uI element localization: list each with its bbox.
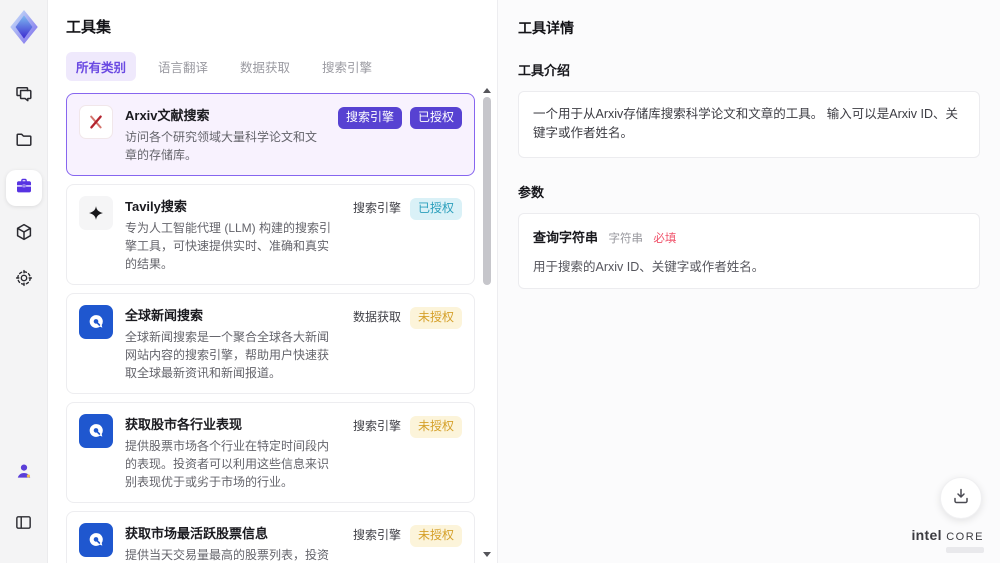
category-badge: 搜索引擎: [352, 419, 401, 433]
sidebar-item-files[interactable]: [6, 124, 42, 160]
tool-description: 专为人工智能代理 (LLM) 构建的搜索引擎工具，可快速提供实时、准确和真实的结…: [125, 221, 332, 271]
tool-card-body: 获取股市各行业表现提供股票市场各个行业在特定时间段内的表现。投资者可以利用这些信…: [125, 414, 340, 491]
parameter-header: 查询字符串 字符串 必填: [533, 227, 965, 247]
intel-brand-name: intel: [911, 527, 942, 543]
tool-badges: 搜索引擎 已授权: [337, 105, 462, 129]
chat-icon: [14, 84, 34, 109]
sidebar: [0, 0, 48, 563]
news-search-logo-icon: [79, 523, 113, 557]
tool-description: 提供股票市场各个行业在特定时间段内的表现。投资者可以利用这些信息来识别表现优于或…: [125, 439, 330, 489]
scroll-down-arrow[interactable]: [483, 552, 491, 557]
auth-status-badge: 已授权: [409, 107, 462, 129]
tool-card[interactable]: 全球新闻搜索全球新闻搜索是一个聚合全球各大新闻网站内容的搜索引擎，帮助用户快速获…: [66, 293, 475, 394]
arxiv-logo-icon: [79, 105, 113, 139]
parameter-box: 查询字符串 字符串 必填 用于搜索的Arxiv ID、关键字或作者姓名。: [518, 212, 980, 289]
tool-description: 提供当天交易量最高的股票列表，投资者可以利用这些信息来识别流动性强的股票和潜在的…: [125, 548, 330, 562]
scroll-up-arrow[interactable]: [483, 88, 491, 93]
folder-icon: [14, 130, 34, 155]
intel-brand-suffix: CORE: [946, 531, 984, 543]
tool-description: 访问各个研究领域大量科学论文和文章的存储库。: [125, 130, 318, 162]
list-scrollbar[interactable]: [482, 88, 492, 557]
cube-icon: [14, 222, 34, 247]
category-badge: 搜索引擎: [352, 528, 401, 542]
tool-badges: 搜索引擎 已授权: [352, 196, 462, 220]
user-avatar[interactable]: [6, 455, 42, 491]
tool-title: 全球新闻搜索: [125, 308, 204, 323]
toolbox-icon: [14, 176, 34, 201]
sidebar-item-tools[interactable]: [5, 170, 42, 206]
tool-title: Tavily搜索: [125, 199, 187, 214]
tavily-star-icon: [79, 196, 113, 230]
params-heading: 参数: [518, 184, 545, 200]
intro-heading: 工具介绍: [518, 63, 571, 78]
news-search-logo-icon: [79, 414, 113, 448]
tool-description: 全球新闻搜索是一个聚合全球各大新闻网站内容的搜索引擎，帮助用户快速获取全球最新资…: [125, 330, 330, 380]
tool-card[interactable]: Arxiv文献搜索访问各个研究领域大量科学论文和文章的存储库。 搜索引擎 已授权: [66, 93, 475, 176]
app-logo-icon: [6, 8, 42, 46]
parameter-type: 字符串: [608, 232, 643, 245]
tool-title: 获取股市各行业表现: [125, 417, 243, 432]
gear-icon: [14, 268, 34, 293]
download-icon: [951, 486, 971, 511]
sidebar-item-settings[interactable]: [6, 262, 42, 298]
app-window: 工具集 所有类别 语言翻译 数据获取 搜索引擎 Arxiv文献搜索 访问各个研究领域大量…: [0, 0, 1000, 563]
tab-0[interactable]: 所有类别: [66, 52, 137, 81]
tool-intro-text: 一个用于从Arxiv存储库搜索科学论文和文章的工具。 输入可以是Arxiv ID…: [533, 107, 959, 141]
auth-status-badge: 未授权: [409, 307, 462, 329]
parameter-name: 查询字符串: [533, 229, 599, 245]
tool-details-panel: 工具详情 工具介绍 一个用于从Arxiv存储库搜索科学论文和文章的工具。 输入可…: [498, 0, 1000, 563]
tool-card-body: 全球新闻搜索全球新闻搜索是一个聚合全球各大新闻网站内容的搜索引擎，帮助用户快速获…: [125, 305, 340, 382]
tools-panel: 工具集 所有类别 语言翻译 数据获取 搜索引擎 Arxiv文献搜索 访问各个研究领域大量…: [48, 0, 498, 563]
category-badge: 搜索引擎: [337, 107, 402, 129]
category-badge: 数据获取: [352, 310, 401, 324]
tool-badges: 数据获取 未授权: [352, 305, 462, 329]
category-tabs: 所有类别 语言翻译 数据获取 搜索引擎: [66, 52, 475, 81]
tool-card-body: Tavily搜索专为人工智能代理 (LLM) 构建的搜索引擎工具，可快速提供实时…: [125, 196, 340, 273]
user-avatar-icon: [14, 461, 34, 486]
tool-badges: 搜索引擎 未授权: [352, 523, 462, 547]
auth-status-badge: 已授权: [409, 198, 462, 220]
collapse-sidebar-button[interactable]: [6, 507, 42, 543]
tab-2[interactable]: 数据获取: [230, 52, 300, 81]
parameter-desc: 用于搜索的Arxiv ID、关键字或作者姓名。: [533, 259, 765, 274]
sidebar-item-plugins[interactable]: [6, 216, 42, 252]
required-badge: 必填: [653, 232, 677, 245]
tool-card[interactable]: Tavily搜索专为人工智能代理 (LLM) 构建的搜索引擎工具，可快速提供实时…: [66, 184, 475, 285]
download-button[interactable]: [940, 477, 982, 519]
tab-1[interactable]: 语言翻译: [148, 52, 218, 81]
auth-status-badge: 未授权: [409, 525, 462, 547]
tool-intro-box: 一个用于从Arxiv存储库搜索科学论文和文章的工具。 输入可以是Arxiv ID…: [518, 91, 980, 158]
category-badge: 搜索引擎: [352, 201, 401, 215]
intel-core-logo: intel CORE: [911, 527, 984, 553]
news-search-logo-icon: [79, 305, 113, 339]
tool-card[interactable]: 获取股市各行业表现提供股票市场各个行业在特定时间段内的表现。投资者可以利用这些信…: [66, 402, 475, 503]
sidebar-item-chat[interactable]: [6, 78, 42, 114]
panel-toggle-icon: [14, 513, 33, 537]
page-title: 工具集: [66, 19, 112, 36]
tool-list: Arxiv文献搜索 访问各个研究领域大量科学论文和文章的存储库。 搜索引擎 已授权 Ta…: [66, 93, 475, 563]
tool-card-body: Arxiv文献搜索访问各个研究领域大量科学论文和文章的存储库。: [125, 105, 326, 164]
intel-logo-sub-mark: [946, 547, 984, 553]
details-title: 工具详情: [518, 20, 574, 36]
scrollbar-thumb[interactable]: [483, 97, 491, 285]
tool-card[interactable]: 获取市场最活跃股票信息提供当天交易量最高的股票列表，投资者可以利用这些信息来识别…: [66, 511, 475, 563]
tool-badges: 搜索引擎 未授权: [352, 414, 462, 438]
tool-title: Arxiv文献搜索: [125, 108, 210, 123]
tab-3[interactable]: 搜索引擎: [312, 52, 382, 81]
tool-title: 获取市场最活跃股票信息: [125, 526, 269, 541]
tool-card-body: 获取市场最活跃股票信息提供当天交易量最高的股票列表，投资者可以利用这些信息来识别…: [125, 523, 340, 563]
auth-status-badge: 未授权: [409, 416, 462, 438]
